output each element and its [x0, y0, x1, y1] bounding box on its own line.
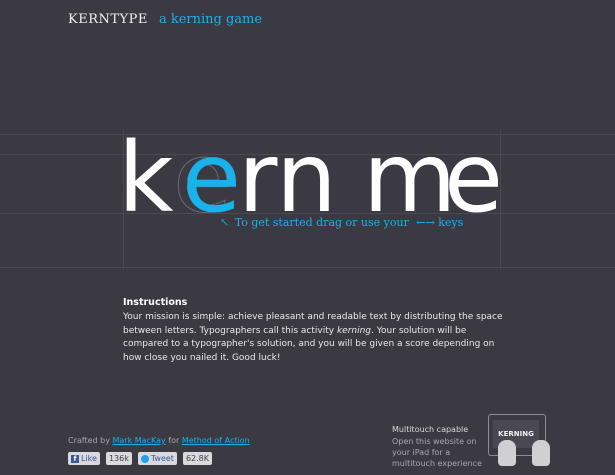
- tweet-button[interactable]: Tweet: [137, 452, 177, 465]
- facebook-like-button[interactable]: f Like: [68, 452, 100, 465]
- instructions-body: Your mission is simple: achieve pleasant…: [123, 311, 503, 365]
- instructions-panel: Instructions Your mission is simple: ach…: [123, 297, 503, 365]
- site-header: KERNTYPE a kerning game: [68, 8, 262, 27]
- multitouch-title: Multitouch capable: [392, 425, 469, 434]
- hint-text: To get started drag or use your: [234, 216, 409, 229]
- brand-logo[interactable]: KERNTYPE: [68, 12, 148, 27]
- twitter-icon: [140, 454, 149, 463]
- tweet-count: 62.8K: [182, 452, 213, 465]
- instructions-emphasis: kerning: [336, 325, 372, 336]
- left-hand-icon: [498, 440, 516, 466]
- letter-e[interactable]: e: [444, 128, 503, 228]
- guide-line: [0, 267, 615, 268]
- letter-k[interactable]: k: [118, 128, 174, 228]
- like-label: Like: [81, 454, 97, 463]
- letter-e-active[interactable]: e: [182, 128, 241, 228]
- multitouch-line-1: Open this website on: [392, 437, 477, 446]
- right-hand-icon: [532, 440, 550, 466]
- credit-prefix: Crafted by: [68, 436, 110, 445]
- publisher-link[interactable]: Method of Action: [182, 436, 250, 445]
- tagline: a kerning game: [158, 12, 263, 27]
- multitouch-note: Multitouch capable Open this website on …: [392, 424, 482, 469]
- drag-hint: ↖ To get started drag or use your ←→ key…: [220, 216, 463, 229]
- footer-credit: Crafted by Mark MacKay for Method of Act…: [68, 436, 250, 445]
- credit-mid: for: [168, 436, 180, 445]
- letter-m[interactable]: m: [363, 128, 457, 228]
- arrow-up-left-icon: ↖: [220, 216, 230, 229]
- social-buttons: f Like 136k Tweet 62.8K: [68, 452, 213, 465]
- letter-n[interactable]: n: [276, 128, 337, 228]
- letter-r[interactable]: r: [238, 128, 277, 228]
- arrow-keys-icon: ←→ keys: [416, 216, 464, 229]
- author-link[interactable]: Mark MacKay: [113, 436, 166, 445]
- multitouch-line-2: your iPad for a: [392, 448, 451, 457]
- facebook-icon: f: [71, 454, 79, 463]
- tweet-label: Tweet: [150, 454, 174, 463]
- kerning-word: e k e r n m e: [118, 128, 508, 229]
- instructions-title: Instructions: [123, 297, 188, 308]
- like-count: 136k: [105, 452, 132, 465]
- multitouch-line-3: multitouch experience: [392, 459, 482, 468]
